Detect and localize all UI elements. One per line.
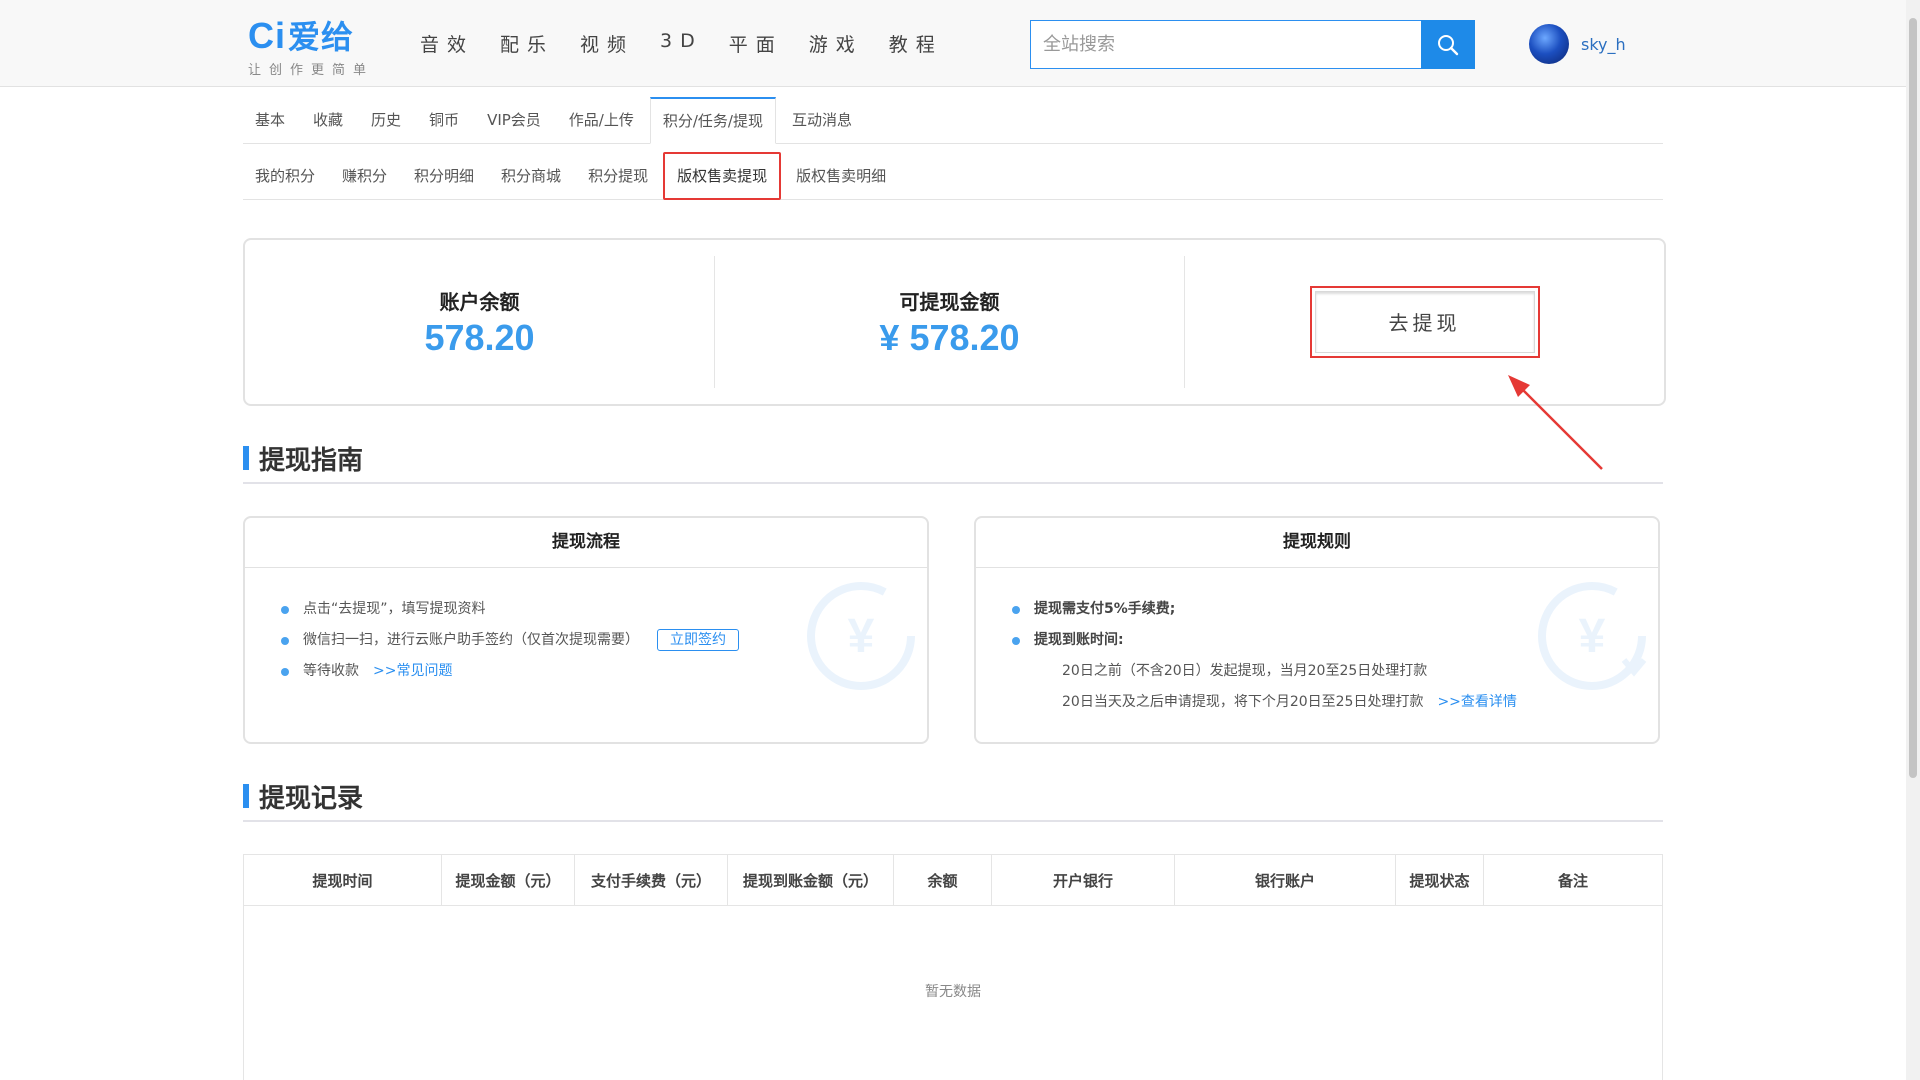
records-section-title: 提现记录 [243,778,1663,822]
tab-copyright-sales-withdraw[interactable]: 版权售卖提现 [663,151,782,200]
tab-messages[interactable]: 互动消息 [780,97,864,143]
process-card-title: 提现流程 [245,518,927,568]
rules-card: 提现规则 提现需支付5%手续费; 提现到账时间: 20日之前（不含20日）发起提… [974,516,1660,744]
table-header: 提现时间 提现金额（元） 支付手续费（元） 提现到账金额（元） 余额 开户银行 … [244,855,1662,906]
account-balance-label: 账户余额 [439,289,520,314]
process-step-text: 等待收款 [303,663,359,679]
nav-item-sound-effects[interactable]: 音效 [420,30,474,57]
svg-text:¥: ¥ [848,610,875,663]
search-bar [1030,20,1475,69]
nav-item-music[interactable]: 配乐 [500,30,554,57]
section-accent-bar [243,784,249,808]
rules-card-title: 提现规则 [976,518,1658,568]
svg-text:¥: ¥ [1579,610,1606,663]
view-details-link[interactable]: >>查看详情 [1437,694,1516,710]
nav-item-3d[interactable]: 3D [660,30,703,57]
withdrawable-value: ¥ 578.20 [879,316,1020,358]
withdrawable-label: 可提现金额 [899,289,1000,314]
tab-favorites[interactable]: 收藏 [301,97,355,143]
faq-link[interactable]: >>常见问题 [373,663,452,679]
search-icon [1438,34,1459,55]
tab-copyright-sales-detail[interactable]: 版权售卖明细 [784,154,898,198]
scrollbar-thumb[interactable] [1909,18,1917,778]
yuan-coin-icon: ¥ [807,582,915,690]
column-header: 开户银行 [992,855,1175,905]
page-scrollbar[interactable] [1906,0,1920,1080]
site-header: Ci爱给 让创作更简单 音效 配乐 视频 3D 平面 游戏 教程 sky_h [0,0,1906,87]
nav-item-video[interactable]: 视频 [580,30,634,57]
username[interactable]: sky_h [1581,35,1626,54]
logo-wordmark: Ci爱给 [248,16,388,57]
column-header: 备注 [1557,871,1588,890]
primary-tabs: 基本 收藏 历史 铜币 VIP会员 作品/上传 积分/任务/提现 互动消息 [243,97,1663,144]
tab-my-points[interactable]: 我的积分 [243,154,327,198]
withdraw-button[interactable]: 去提现 [1309,286,1540,358]
guide-title: 提现指南 [259,446,364,476]
main-nav: 音效 配乐 视频 3D 平面 游戏 教程 [420,30,969,57]
process-step-text: 微信扫一扫，进行云账户助手签约（仅首次提现需要） [303,632,639,648]
nav-item-tutorial[interactable]: 教程 [889,30,943,57]
process-card: 提现流程 点击“去提现”，填写提现资料 微信扫一扫，进行云账户助手签约（仅首次提… [243,516,929,744]
secondary-tabs: 我的积分 赚积分 积分明细 积分商城 积分提现 版权售卖提现 版权售卖明细 [243,151,1663,200]
search-button[interactable] [1421,20,1475,69]
account-balance-value: 578.20 [424,316,535,358]
tab-points-mall[interactable]: 积分商城 [489,154,573,198]
rule-text: 提现需支付5%手续费; [1034,601,1176,617]
nav-item-game[interactable]: 游戏 [809,30,863,57]
withdraw-records-table: 提现时间 提现金额（元） 支付手续费（元） 提现到账金额（元） 余额 开户银行 … [243,854,1663,1080]
logo-cn-text: 爱给 [288,19,355,55]
guide-section-title: 提现指南 [243,440,1663,484]
nav-item-graphic[interactable]: 平面 [729,30,783,57]
rule-detail-text: 20日当天及之后申请提现，将下个月20日至25日处理打款 [1062,694,1424,710]
tab-basic[interactable]: 基本 [243,97,297,143]
balance-panel: 账户余额 578.20 可提现金额 ¥ 578.20 去提现 [243,238,1666,406]
withdraw-button-label: 去提现 [1314,291,1535,353]
column-header: 银行账户 [1175,855,1396,905]
process-step-text: 点击“去提现”，填写提现资料 [303,601,486,617]
logo-text: Ci [248,15,286,56]
avatar[interactable] [1529,24,1569,64]
rule-text: 提现到账时间: [1034,632,1124,648]
empty-state: 暂无数据 [925,984,981,1000]
column-header: 提现到账金额（元） [728,855,894,905]
search-input[interactable] [1030,20,1421,69]
tab-points-withdraw[interactable]: 积分提现 [576,154,660,198]
column-header: 支付手续费（元） [575,855,728,905]
tab-works-upload[interactable]: 作品/上传 [557,97,646,143]
column-header: 余额 [894,855,992,905]
rules-card-body: 提现需支付5%手续费; 提现到账时间: 20日之前（不含20日）发起提现，当月2… [976,568,1658,718]
column-header: 提现状态 [1396,855,1484,905]
section-accent-bar [243,446,249,470]
tab-points-detail[interactable]: 积分明细 [402,154,486,198]
tab-history[interactable]: 历史 [359,97,413,143]
rule-detail-text: 20日之前（不含20日）发起提现，当月20至25日处理打款 [1062,663,1428,679]
page: Ci爱给 让创作更简单 音效 配乐 视频 3D 平面 游戏 教程 sky_h [0,0,1920,1080]
column-header: 提现时间 [244,855,442,905]
site-logo[interactable]: Ci爱给 让创作更简单 [248,16,388,80]
tab-points-tasks-withdraw[interactable]: 积分/任务/提现 [649,97,776,144]
column-header: 提现金额（元） [442,855,575,905]
user-menu[interactable]: sky_h [1529,24,1626,64]
tab-coins[interactable]: 铜币 [417,97,471,143]
sign-now-button[interactable]: 立即签约 [657,629,739,651]
yuan-coin-down-icon: ¥ [1538,582,1647,690]
records-title: 提现记录 [259,784,364,814]
process-card-body: 点击“去提现”，填写提现资料 微信扫一扫，进行云账户助手签约（仅首次提现需要） 立… [245,568,927,690]
withdrawable-amount: 可提现金额 ¥ 578.20 [715,256,1185,388]
account-balance: 账户余额 578.20 [245,256,715,388]
tab-vip[interactable]: VIP会员 [475,97,553,143]
tab-earn-points[interactable]: 赚积分 [330,154,399,198]
logo-tagline: 让创作更简单 [248,63,375,78]
